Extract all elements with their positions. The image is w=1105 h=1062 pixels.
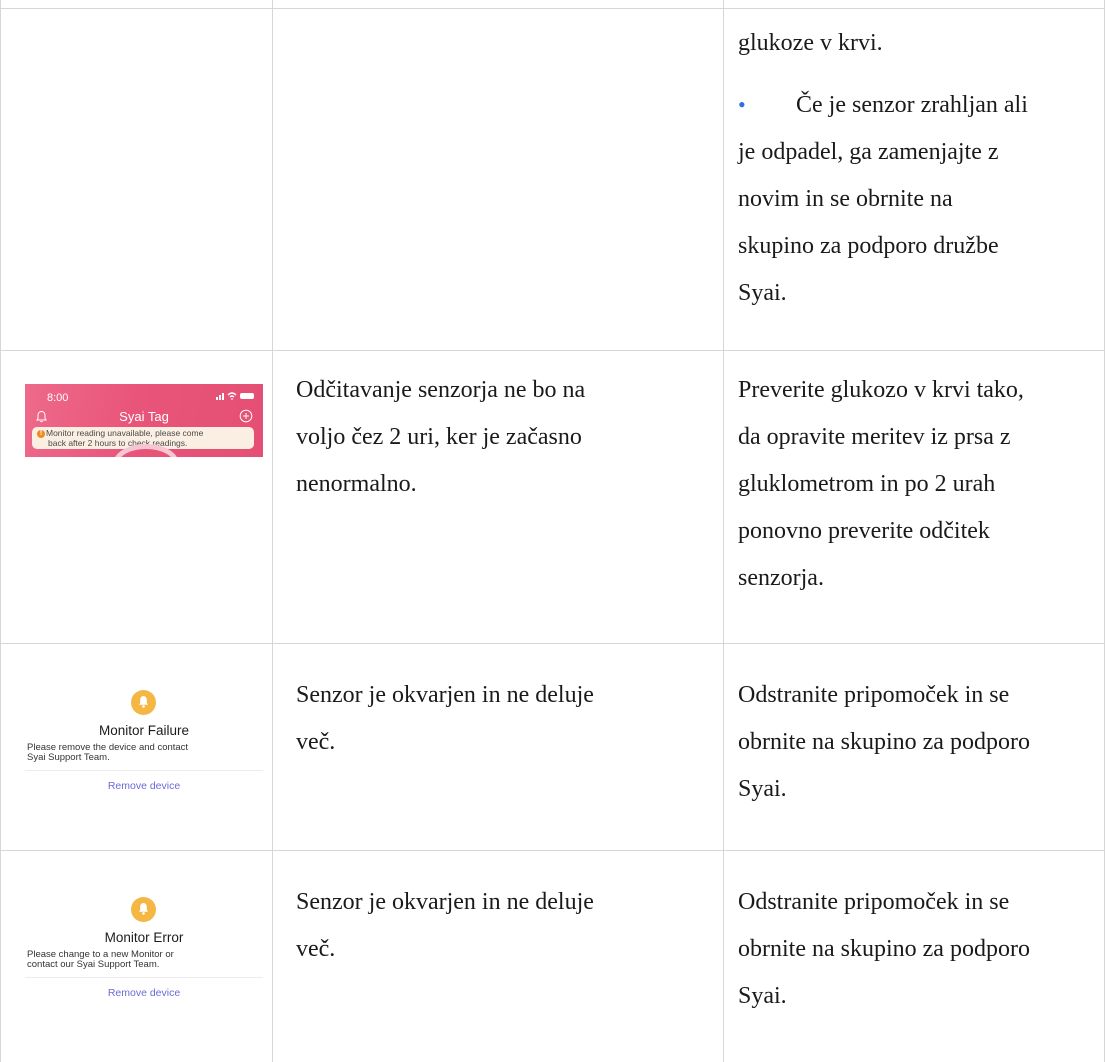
column-divider-1 [272, 0, 273, 1062]
row3-action-line-1: Odstranite pripomoček in se [738, 682, 1010, 708]
row2-description-line-2: voljo čez 2 uri, ker je začasno [296, 424, 582, 450]
app-title: Syai Tag [119, 409, 169, 424]
row4-description-line-1: Senzor je okvarjen in ne deluje [296, 889, 594, 915]
row2-description-text: Odčitavanje senzorja ne bo na voljo čez … [296, 367, 585, 508]
row1-bullet-line-2: je odpadel, ga zamenjajte z [738, 139, 999, 165]
row1-bullet-line-1: Če je senzor zrahljan ali [796, 92, 1028, 118]
row4-description-line-2: več. [296, 936, 336, 962]
monitor-error-card: Monitor Error Please change to a new Mon… [25, 897, 263, 1027]
row2-action-line-2: da opravite meritev iz prsa z [738, 424, 1011, 450]
bullet-marker: • [738, 92, 746, 117]
row2-description-line-1: Odčitavanje senzorja ne bo na [296, 377, 586, 403]
row4-action-text: Odstranite pripomoček in se obrnite na s… [738, 879, 1030, 1020]
alert-description: Please change to a new Monitor or contac… [27, 950, 257, 970]
phone-status-time: 8:00 [47, 392, 69, 404]
row1-action-line-1: glukoze v krvi. [738, 30, 883, 56]
row3-action-line-3: Syai. [738, 776, 787, 802]
row4-action-line-1: Odstranite pripomoček in se [738, 889, 1010, 915]
signal-icon [216, 392, 224, 400]
row4-action-line-3: Syai. [738, 983, 787, 1009]
row1-bullet-line-5: Syai. [738, 280, 787, 306]
row1-action-text: glukoze v krvi. [738, 20, 883, 67]
warning-banner-line-1: Monitor reading unavailable, please come [46, 428, 204, 438]
row4-action-line-2: obrnite na skupino za podporo [738, 936, 1030, 962]
phone-status-icons [216, 392, 254, 400]
row-divider-1 [0, 350, 1105, 351]
row-divider-2 [0, 643, 1105, 644]
column-divider-2 [723, 0, 724, 1062]
battery-icon [240, 393, 254, 399]
alert-description-line-2: Syai Support Team. [27, 752, 110, 763]
row2-action-line-3: gluklometrom in po 2 urah [738, 471, 996, 497]
row4-description-text: Senzor je okvarjen in ne deluje več. [296, 879, 594, 973]
alert-divider [25, 770, 263, 771]
table-border-left [0, 0, 1, 1062]
wifi-icon [227, 392, 237, 400]
row-divider-3 [0, 850, 1105, 851]
row2-description-line-3: nenormalno. [296, 471, 417, 497]
add-circle-icon[interactable] [239, 409, 253, 423]
row1-bullet-line-4: skupino za podporo družbe [738, 233, 999, 259]
row3-action-line-2: obrnite na skupino za podporo [738, 729, 1030, 755]
row2-action-text: Preverite glukozo v krvi tako, da opravi… [738, 367, 1024, 602]
row2-action-line-4: ponovno preverite odčitek [738, 518, 990, 544]
row3-description-text: Senzor je okvarjen in ne deluje več. [296, 672, 594, 766]
row2-action-line-5: senzorja. [738, 565, 824, 591]
warning-icon: ! [37, 430, 45, 438]
alert-title: Monitor Failure [98, 723, 190, 738]
remove-device-button[interactable]: Remove device [25, 780, 263, 792]
alert-bell-icon [131, 690, 156, 715]
alert-divider [25, 977, 263, 978]
alert-bell-icon [131, 897, 156, 922]
alert-title: Monitor Error [104, 930, 184, 945]
row2-action-line-1: Preverite glukozo v krvi tako, [738, 377, 1024, 403]
alert-description-line-2: contact our Syai Support Team. [27, 959, 160, 970]
alert-description: Please remove the device and contact Sya… [27, 743, 257, 763]
row3-description-line-1: Senzor je okvarjen in ne deluje [296, 682, 594, 708]
troubleshooting-table: glukoze v krvi. • Če je senzor zrahljan a… [0, 0, 1105, 1062]
row3-description-line-2: več. [296, 729, 336, 755]
row-divider-top [0, 8, 1105, 9]
remove-device-button[interactable]: Remove device [25, 987, 263, 999]
monitor-failure-card: Monitor Failure Please remove the device… [25, 690, 263, 820]
row3-action-text: Odstranite pripomoček in se obrnite na s… [738, 672, 1030, 813]
row1-bullet-item: • Če je senzor zrahljan ali je odpadel, g… [738, 81, 1028, 317]
row1-bullet-line-3: novim in se obrnite na [738, 186, 953, 212]
phone-screenshot-sensor-unavailable: 8:00 Syai Tag ! Monitor reading unavaila… [25, 384, 263, 457]
